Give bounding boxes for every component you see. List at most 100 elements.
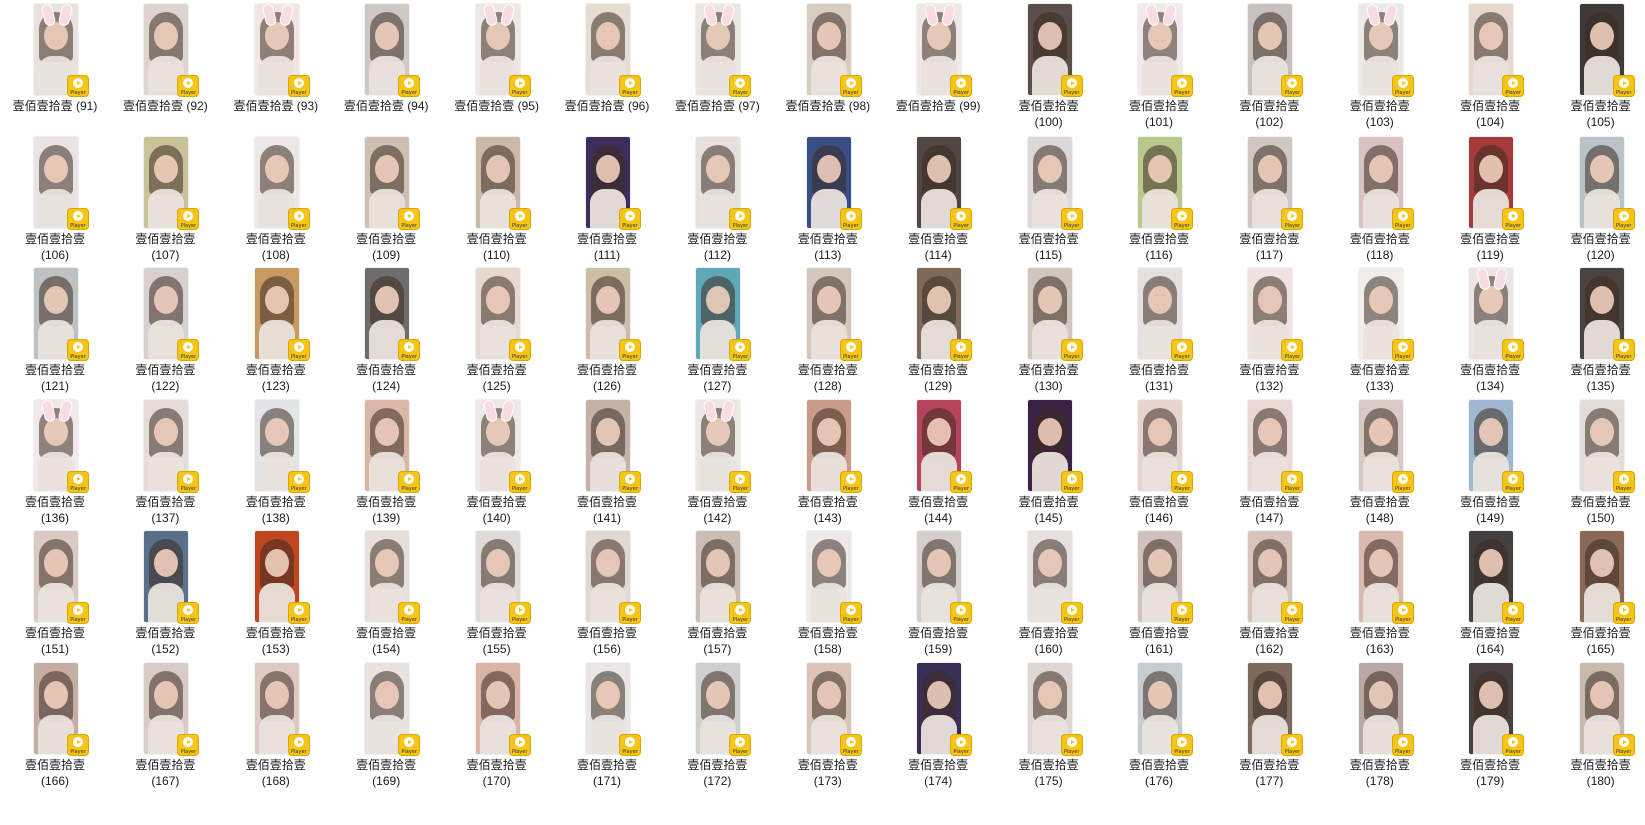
play-icon — [735, 342, 746, 352]
play-icon — [514, 737, 525, 747]
file-name: 壹佰壹拾壹 — [245, 363, 306, 377]
file-name: 壹佰壹拾壹 — [1460, 363, 1521, 377]
player-badge-icon: Player — [68, 76, 88, 96]
player-badge-icon: Player — [1061, 472, 1082, 492]
badge-label: Player — [511, 354, 528, 360]
file-name: 壹佰壹拾壹 — [1460, 626, 1521, 640]
badge-label: Player — [511, 486, 528, 492]
player-badge-icon: Player — [620, 603, 640, 623]
player-badge-icon: Player — [1392, 340, 1413, 360]
file-name: 壹佰壹拾壹 — [135, 626, 196, 640]
badge-label: Player — [1395, 223, 1411, 229]
file-name: 壹佰壹拾壹 — [1018, 363, 1079, 377]
play-icon — [1618, 605, 1629, 615]
file-name: 壹佰壹拾壹 — [245, 758, 306, 772]
thumbnail-figure — [816, 155, 841, 183]
play-icon — [73, 342, 83, 352]
file-name: 壹佰壹拾壹 — [1460, 232, 1521, 246]
file-name: 壹佰壹拾壹 — [1018, 758, 1079, 772]
play-icon — [735, 474, 746, 484]
thumbnail-figure — [596, 681, 620, 709]
file-name: 壹佰壹拾壹 — [1349, 99, 1410, 113]
badge-label: Player — [180, 354, 197, 360]
play-icon — [735, 211, 746, 221]
file-name: 壹佰壹拾壹 — [576, 626, 637, 640]
file-name: 壹佰壹拾壹 — [1018, 99, 1079, 113]
badge-label: Player — [180, 486, 197, 492]
thumbnail-figure — [1148, 155, 1172, 183]
badge-label: Player — [1505, 223, 1521, 229]
play-icon — [514, 474, 525, 484]
thumbnail-figure — [1589, 681, 1614, 709]
file-name: 壹佰壹拾壹 — [797, 232, 858, 246]
play-icon — [183, 737, 194, 747]
badge-label: Player — [732, 223, 749, 229]
thumbnail-figure — [1037, 155, 1062, 183]
player-badge-icon: Player — [509, 340, 530, 360]
play-icon — [293, 342, 304, 352]
play-icon — [1618, 737, 1629, 747]
player-badge-icon: Player — [1503, 603, 1524, 623]
player-badge-icon: Player — [840, 340, 861, 360]
file-name-label: 壹佰壹拾壹 (150) — [1536, 494, 1645, 526]
play-icon — [1397, 737, 1408, 747]
file-number: (135) — [1586, 379, 1615, 393]
play-icon — [404, 211, 415, 221]
file-name: 壹佰壹拾壹 — [1128, 758, 1189, 772]
badge-label: Player — [1063, 90, 1080, 96]
thumbnail-figure — [1589, 155, 1614, 183]
play-icon — [183, 78, 194, 88]
player-badge-icon: Player — [730, 340, 751, 360]
badge-label: Player — [180, 617, 197, 623]
badge-label: Player — [511, 617, 528, 623]
player-badge-icon: Player — [1172, 735, 1192, 755]
thumbnail-figure — [1148, 681, 1172, 709]
file-name-label: 壹佰壹拾壹 (135) — [1536, 362, 1645, 394]
play-icon — [1177, 211, 1187, 221]
player-badge-icon: Player — [1392, 76, 1413, 96]
file-name: 壹佰壹拾壹 — [135, 495, 196, 509]
badge-label: Player — [732, 749, 749, 755]
badge-label: Player — [291, 749, 307, 755]
thumbnail-figure — [816, 549, 841, 577]
badge-label: Player — [1063, 354, 1080, 360]
file-name: 壹佰壹拾壹 — [135, 232, 196, 246]
badge-label: Player — [1063, 486, 1080, 492]
play-icon — [956, 474, 967, 484]
file-name: 壹佰壹拾壹 — [576, 363, 637, 377]
file-name: 壹佰壹拾壹 — [24, 495, 85, 509]
play-icon — [1177, 737, 1187, 747]
play-icon — [956, 737, 967, 747]
thumbnail-figure — [596, 155, 620, 183]
file-name: 壹佰壹拾壹 — [1239, 363, 1300, 377]
play-icon — [1177, 474, 1187, 484]
badge-label: Player — [1174, 354, 1190, 360]
file-name: 壹佰壹拾壹 — [1570, 626, 1631, 640]
player-badge-icon: Player — [399, 209, 420, 229]
thumbnail-figure — [816, 22, 841, 50]
badge-label: Player — [1505, 354, 1521, 360]
play-icon — [1066, 737, 1077, 747]
play-icon — [1618, 474, 1629, 484]
player-badge-icon: Player — [1061, 603, 1082, 623]
play-icon — [1287, 474, 1298, 484]
thumbnail-figure — [485, 418, 510, 446]
player-badge-icon: Player — [1392, 472, 1413, 492]
badge-label: Player — [1284, 486, 1301, 492]
thumbnail-figure — [1148, 418, 1172, 446]
file-name: 壹佰壹拾壹 — [1128, 363, 1189, 377]
file-name: 壹佰壹拾壹 — [797, 626, 858, 640]
thumbnail-figure — [1368, 155, 1393, 183]
badge-label: Player — [511, 749, 528, 755]
thumbnail-figure — [1037, 286, 1062, 314]
player-badge-icon: Player — [288, 603, 309, 623]
player-badge-icon: Player — [509, 603, 530, 623]
player-badge-icon: Player — [399, 472, 420, 492]
badge-label: Player — [1174, 617, 1190, 623]
player-badge-icon: Player — [840, 209, 861, 229]
file-number: (92) — [186, 99, 208, 113]
play-icon — [404, 342, 415, 352]
badge-label: Player — [732, 354, 749, 360]
file-name: 壹佰壹拾壹 — [687, 758, 748, 772]
player-badge-icon: Player — [1061, 735, 1082, 755]
